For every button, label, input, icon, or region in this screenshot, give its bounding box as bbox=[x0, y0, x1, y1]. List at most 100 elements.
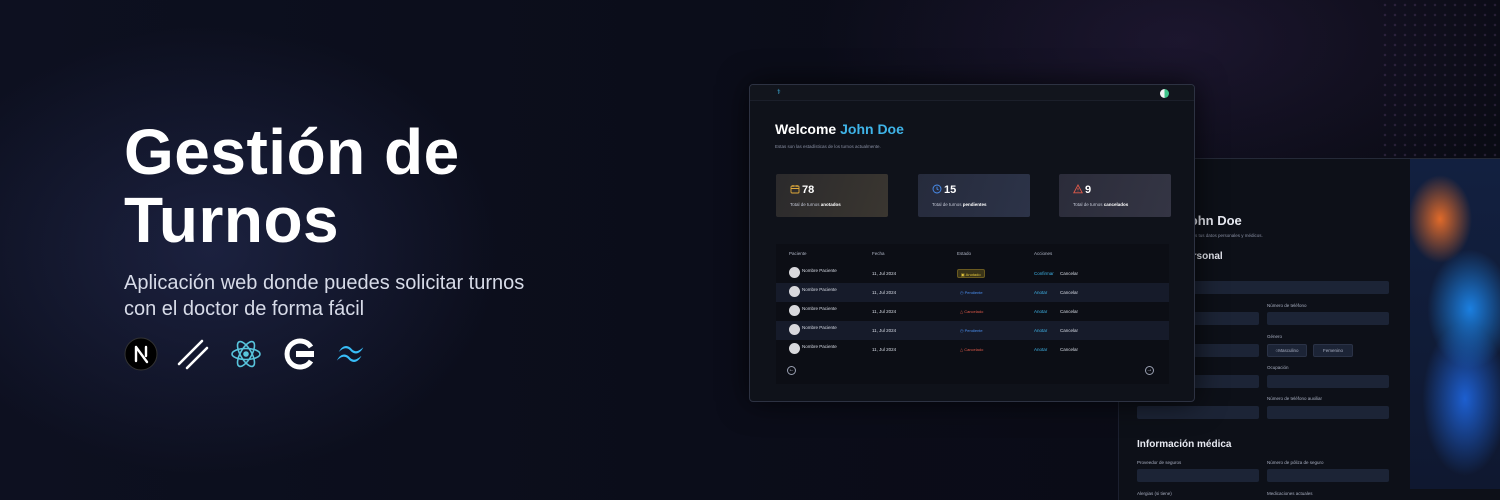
policy-label: Número de póliza de seguro bbox=[1267, 460, 1324, 465]
appointment-date: 11, Jul 2024 bbox=[872, 290, 897, 295]
occupation-field[interactable] bbox=[1267, 375, 1389, 388]
next-page-button[interactable]: → bbox=[1145, 366, 1154, 375]
patient-avatar bbox=[789, 343, 800, 354]
appointment-date: 11, Jul 2024 bbox=[872, 347, 897, 352]
patient-name: Nombre Paciente bbox=[802, 268, 837, 273]
patient-name: Nombre Paciente bbox=[802, 344, 837, 349]
table-row: Nombre Paciente 11, Jul 2024 ◷ Pendiente… bbox=[776, 283, 1169, 302]
schedule-button[interactable]: Anotar bbox=[1034, 328, 1047, 333]
warning-icon bbox=[1073, 184, 1083, 194]
header-paciente: Paciente bbox=[789, 251, 807, 256]
schedule-button[interactable]: Anotar bbox=[1034, 290, 1047, 295]
status-text: Cancelado bbox=[964, 347, 984, 352]
stat-label: Total de turnos cancelados bbox=[1073, 202, 1128, 207]
stat-card-cancelados: 9 Total de turnos cancelados bbox=[1059, 174, 1171, 217]
gender-label: Género bbox=[1267, 334, 1283, 339]
shadcn-icon bbox=[176, 337, 210, 371]
hero-subtitle: Aplicación web donde puedes solicitar tu… bbox=[124, 270, 544, 322]
insurance-field[interactable] bbox=[1137, 469, 1259, 482]
cancel-button[interactable]: Cancelar bbox=[1060, 309, 1078, 314]
table-row: Nombre Paciente 11, Jul 2024 △ Cancelado… bbox=[776, 302, 1169, 321]
table-row: Nombre Paciente 11, Jul 2024 △ Cancelado… bbox=[776, 340, 1169, 359]
status-badge: ◷ Pendiente bbox=[960, 328, 983, 333]
prev-page-button[interactable]: ← bbox=[787, 366, 796, 375]
stat-label: Total de turnos anotados bbox=[790, 202, 841, 207]
stat-label-prefix: Total de turnos bbox=[790, 202, 820, 207]
user-avatar[interactable] bbox=[1160, 89, 1169, 98]
cancel-button[interactable]: Cancelar bbox=[1060, 347, 1078, 352]
patient-avatar bbox=[789, 267, 800, 278]
appointment-date: 11, Jul 2024 bbox=[872, 309, 897, 314]
occupation-label: Ocupación bbox=[1267, 365, 1289, 370]
top-navbar: ⚕ bbox=[750, 85, 1194, 101]
gender-male-option[interactable]: ○ Masculino bbox=[1267, 344, 1307, 357]
cancel-button[interactable]: Cancelar bbox=[1060, 290, 1078, 295]
stat-number: 78 bbox=[802, 184, 815, 196]
status-text: Anotado bbox=[965, 272, 981, 277]
status-badge: ◷ Pendiente bbox=[960, 290, 983, 295]
allergies-label: Alergias (si tiene) bbox=[1137, 491, 1172, 496]
stat-label-strong: pendientes bbox=[962, 202, 987, 207]
phone-field[interactable] bbox=[1267, 312, 1389, 325]
appointment-date: 11, Jul 2024 bbox=[872, 271, 897, 276]
hero-title-line1: Gestión de bbox=[124, 116, 460, 188]
hero-title: Gestión de Turnos bbox=[124, 118, 644, 254]
insurance-label: Proveedor de seguros bbox=[1137, 460, 1182, 465]
stat-label-strong: anotados bbox=[820, 202, 841, 207]
decorative-artwork bbox=[1410, 159, 1500, 489]
react-icon bbox=[229, 337, 263, 371]
gender-female-option[interactable]: Femenino bbox=[1313, 344, 1353, 357]
hero-title-line2: Turnos bbox=[124, 184, 340, 256]
header-acciones: Acciones bbox=[1034, 251, 1053, 256]
schedule-button[interactable]: Anotar bbox=[1034, 309, 1047, 314]
logo-icon[interactable]: ⚕ bbox=[777, 89, 783, 96]
schedule-button[interactable]: Anotar bbox=[1034, 347, 1047, 352]
gender-female-label: Femenino bbox=[1322, 348, 1343, 353]
welcome-text: Welcome bbox=[775, 121, 837, 137]
header-fecha: Fecha bbox=[872, 251, 885, 256]
calendar-icon bbox=[790, 185, 800, 194]
status-text: Pendiente bbox=[964, 290, 983, 295]
emergency-contact-field[interactable] bbox=[1137, 406, 1259, 419]
stat-label-prefix: Total de turnos bbox=[932, 202, 962, 207]
stat-card-anotados: 78 Total de turnos anotados bbox=[776, 174, 888, 217]
table-row: Nombre Paciente 11, Jul 2024 ▣ Anotado C… bbox=[776, 264, 1169, 283]
patient-avatar bbox=[789, 324, 800, 335]
dashboard-description: Estas son las estadísticas de los turnos… bbox=[775, 144, 881, 149]
patient-avatar bbox=[789, 286, 800, 297]
table-row: Nombre Paciente 11, Jul 2024 ◷ Pendiente… bbox=[776, 321, 1169, 340]
phone-label: Número de teléfono bbox=[1267, 303, 1307, 308]
aux-phone-label: Número de teléfono auxiliar bbox=[1267, 396, 1323, 401]
stat-label-strong: cancelados bbox=[1103, 202, 1129, 207]
nextjs-icon bbox=[124, 337, 158, 371]
user-name: John Doe bbox=[840, 121, 904, 137]
header-estado: Estado bbox=[957, 251, 972, 256]
stat-label: Total de turnos pendientes bbox=[932, 202, 987, 207]
patient-name: Nombre Paciente bbox=[802, 325, 837, 330]
cancel-button[interactable]: Cancelar bbox=[1060, 271, 1078, 276]
patient-name: Nombre Paciente bbox=[802, 306, 837, 311]
clock-icon bbox=[932, 184, 942, 194]
welcome-heading: Welcome John Doe bbox=[775, 121, 904, 137]
appointments-table: Paciente Fecha Estado Acciones Nombre Pa… bbox=[776, 244, 1169, 384]
stat-number: 15 bbox=[944, 184, 957, 196]
aux-phone-field[interactable] bbox=[1267, 406, 1389, 419]
stat-number: 9 bbox=[1085, 184, 1092, 196]
cancel-button[interactable]: Cancelar bbox=[1060, 328, 1078, 333]
stat-card-pendientes: 15 Total de turnos pendientes bbox=[918, 174, 1030, 217]
dot-pattern bbox=[1380, 0, 1500, 160]
status-text: Pendiente bbox=[964, 328, 983, 333]
status-badge: △ Cancelado bbox=[960, 347, 984, 352]
confirm-button[interactable]: Confirmar bbox=[1034, 271, 1054, 276]
status-text: Cancelado bbox=[964, 309, 984, 314]
appointment-date: 11, Jul 2024 bbox=[872, 328, 897, 333]
policy-field[interactable] bbox=[1267, 469, 1389, 482]
tailwind-icon bbox=[334, 337, 368, 371]
patient-avatar bbox=[789, 305, 800, 316]
patient-name: Nombre Paciente bbox=[802, 287, 837, 292]
stat-label-prefix: Total de turnos bbox=[1073, 202, 1103, 207]
hero-subtitle-line2: con el doctor de forma fácil bbox=[124, 298, 365, 320]
medications-label: Medicaciones actuales bbox=[1267, 491, 1313, 496]
hero-subtitle-line1: Aplicación web donde puedes solicitar tu… bbox=[124, 272, 525, 294]
status-badge: △ Cancelado bbox=[960, 309, 984, 314]
